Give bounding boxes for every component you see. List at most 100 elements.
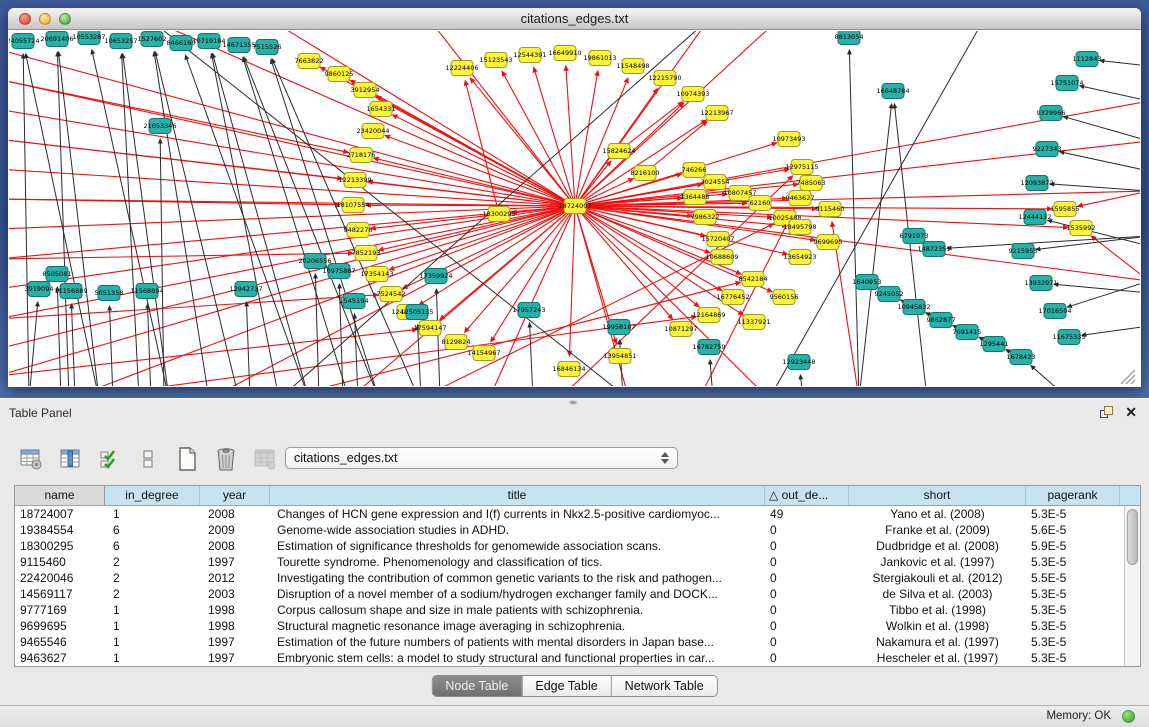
network-edge[interactable] (1060, 152, 1140, 171)
scrollbar-thumb[interactable] (1127, 509, 1138, 565)
column-header[interactable]: title (270, 486, 765, 505)
network-node[interactable]: 15720407 (701, 232, 734, 247)
network-node[interactable]: 12213967 (700, 106, 733, 121)
table-selector-dropdown[interactable]: citations_edges.txt (285, 447, 678, 469)
network-node[interactable]: 9329966 (1037, 106, 1066, 121)
column-header[interactable]: year (200, 486, 270, 505)
network-edge[interactable] (1036, 236, 1140, 249)
network-node[interactable]: 10553287 (72, 31, 105, 45)
network-node[interactable]: 7691415 (953, 325, 982, 340)
network-node[interactable]: 17957243 (512, 303, 545, 318)
network-node[interactable]: 11568894 (130, 284, 163, 299)
table-row[interactable]: 946362711997Embryonic stem cells: a mode… (15, 650, 1124, 666)
network-node[interactable]: 12942737 (229, 282, 262, 297)
network-node[interactable]: 15751074 (1050, 76, 1083, 91)
column-chooser-icon[interactable] (57, 446, 83, 472)
network-node[interactable]: 23420044 (356, 124, 389, 139)
tab-edge-table[interactable]: Edge Table (521, 676, 610, 696)
table-settings-icon[interactable] (18, 446, 44, 472)
network-node[interactable]: 19861013 (583, 51, 616, 66)
network-edge[interactable] (355, 314, 358, 386)
select-all-icon[interactable] (96, 446, 122, 472)
table-row[interactable]: 1456911722003Disruption of a novel membe… (15, 586, 1124, 602)
network-node[interactable]: 11337921 (737, 315, 770, 330)
network-node[interactable]: 1545194 (340, 294, 369, 309)
network-node[interactable]: 10719184 (192, 34, 225, 49)
network-node[interactable]: 1295441 (980, 337, 1009, 352)
table-row[interactable]: 946554611997Estimation of the future num… (15, 634, 1124, 650)
delete-trash-icon[interactable] (213, 446, 239, 472)
network-node[interactable]: 1527602 (138, 32, 167, 47)
table-row[interactable]: 977716911998Corpus callosum shape and si… (15, 602, 1124, 618)
network-node[interactable]: 14671355 (222, 38, 255, 53)
network-node[interactable]: 15824624 (602, 144, 635, 159)
network-node[interactable]: 7524542 (377, 287, 406, 302)
tab-node-table[interactable]: Node Table (432, 676, 521, 696)
network-node[interactable]: 8216100 (631, 166, 660, 181)
network-node[interactable]: 1678423 (1007, 350, 1036, 365)
network-node[interactable]: 7485063 (797, 176, 826, 191)
window-titlebar[interactable]: citations_edges.txt (8, 8, 1141, 30)
tab-network-table[interactable]: Network Table (611, 676, 717, 696)
network-edge[interactable] (534, 67, 575, 206)
network-edge[interactable] (1067, 281, 1140, 307)
network-node[interactable]: 1364486 (681, 190, 710, 205)
network-edge[interactable] (800, 375, 803, 386)
network-node[interactable]: 16776452 (716, 290, 749, 305)
table-row[interactable]: 1872400712008Changes of HCN gene express… (15, 506, 1124, 522)
network-edge[interactable] (9, 199, 340, 205)
network-edge[interactable] (9, 49, 575, 206)
network-edge[interactable] (92, 50, 169, 386)
network-node[interactable]: 20691406 (40, 32, 73, 47)
network-node[interactable]: 3919094 (25, 282, 54, 297)
network-edge[interactable] (243, 57, 349, 386)
column-header[interactable]: pagerank (1026, 486, 1120, 505)
network-node[interactable]: 3024554 (701, 175, 730, 190)
network-node[interactable]: 12444132 (1018, 210, 1051, 225)
network-edge[interactable] (1063, 117, 1140, 141)
network-edge[interactable] (419, 224, 773, 386)
network-node[interactable]: 2718176 (347, 148, 376, 163)
network-node[interactable]: 9862877 (927, 313, 956, 328)
network-node[interactable]: 10653257 (104, 34, 137, 49)
network-node[interactable]: 12213399 (338, 173, 371, 188)
network-edge[interactable] (393, 115, 575, 206)
network-edge[interactable] (575, 71, 598, 206)
network-node[interactable]: 7852193 (352, 246, 381, 261)
network-node[interactable]: 13654923 (783, 250, 816, 265)
network-node[interactable]: 24055724 (9, 34, 40, 49)
network-node[interactable]: 9463627 (786, 191, 815, 206)
network-edge[interactable] (1080, 86, 1140, 101)
network-node[interactable]: 18107554 (336, 198, 369, 213)
network-node[interactable]: 11156889 (54, 284, 87, 299)
network-node[interactable]: 9115460 (816, 202, 845, 217)
network-edge[interactable] (154, 52, 209, 386)
network-edge[interactable] (109, 306, 113, 386)
network-node[interactable]: 746266 (682, 163, 707, 178)
network-edge[interactable] (436, 289, 440, 386)
float-panel-icon[interactable] (1100, 406, 1113, 419)
table-row[interactable]: 1830029562008Estimation of significance … (15, 538, 1124, 554)
network-node[interactable]: 1654331 (367, 102, 396, 117)
network-node[interactable]: 13954851 (603, 349, 636, 364)
network-canvas[interactable]: 1872400776638229860125391295416543312342… (9, 31, 1140, 386)
network-node[interactable]: 13932971 (1024, 276, 1057, 291)
network-node[interactable]: 17016504 (1038, 304, 1071, 319)
network-edge[interactable] (57, 287, 61, 386)
network-edge[interactable] (530, 323, 533, 386)
network-node[interactable]: 10688609 (705, 250, 738, 265)
network-edge[interactable] (315, 274, 319, 386)
network-node[interactable]: 9699695 (814, 235, 843, 250)
network-node[interactable]: 62160 (749, 196, 771, 211)
network-node[interactable]: 7515526 (253, 40, 282, 55)
network-node[interactable]: 15123543 (479, 53, 512, 68)
new-document-icon[interactable] (174, 446, 200, 472)
table-row[interactable]: 969969511998Structural magnetic resonanc… (15, 618, 1124, 634)
network-node[interactable]: 9227343 (1033, 142, 1062, 157)
network-node[interactable]: 11548498 (616, 59, 649, 74)
network-node[interactable]: 12164869 (692, 308, 725, 323)
zoom-window-button[interactable] (59, 13, 71, 25)
network-node[interactable]: 12093872 (1020, 176, 1053, 191)
network-node[interactable]: 9245052 (875, 287, 904, 302)
network-node[interactable]: 16846134 (552, 362, 585, 377)
